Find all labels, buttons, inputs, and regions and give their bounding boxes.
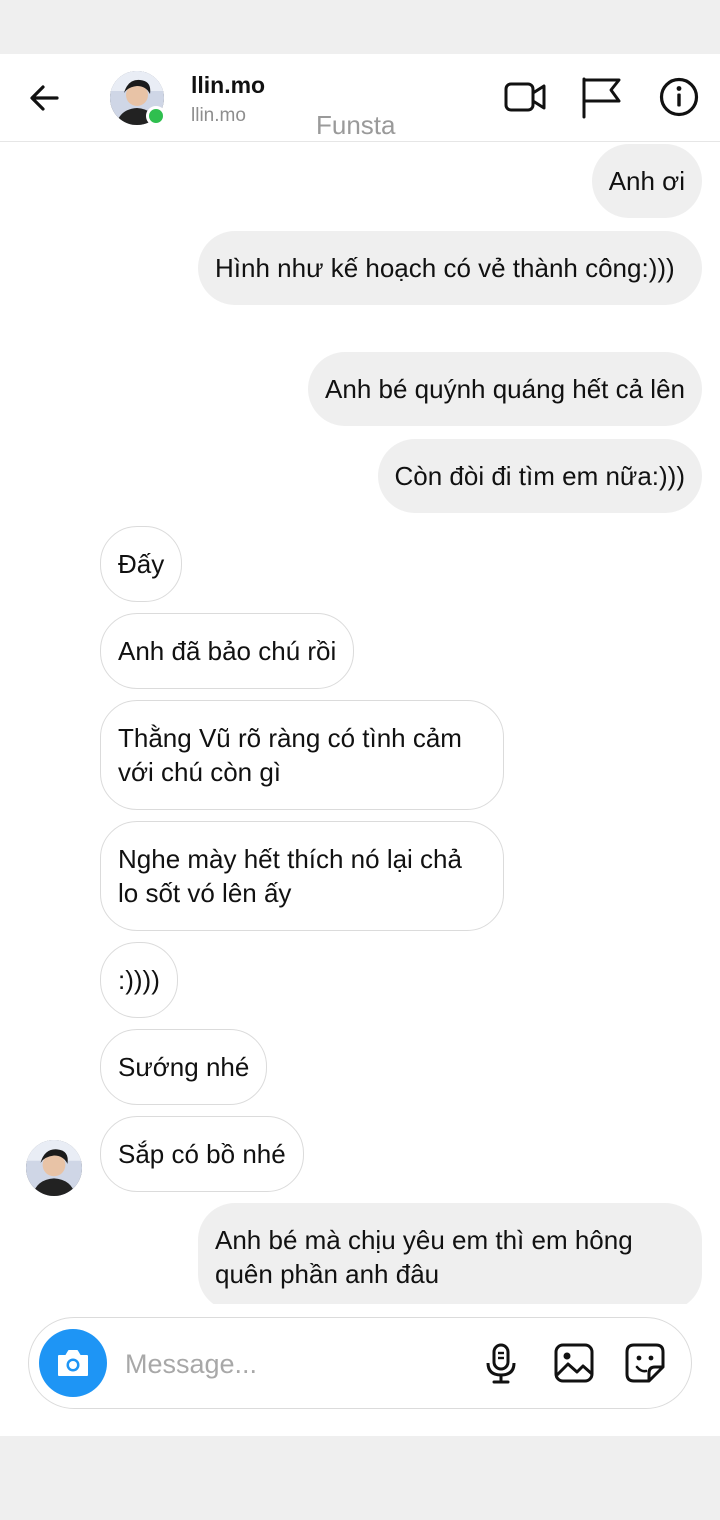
online-status-dot [146, 106, 166, 126]
sticker-button[interactable] [623, 1341, 667, 1385]
camera-button[interactable] [39, 1329, 107, 1397]
info-icon [659, 77, 699, 117]
sent-message[interactable]: Anh bé mà chịu yêu em thì em hông quên p… [198, 1203, 702, 1311]
watermark-text: Funsta [316, 110, 396, 140]
chat-screen: llin.mo llin.mo Funsta Anh ơi Hình như k… [0, 54, 720, 1436]
chat-header: llin.mo llin.mo Funsta [0, 54, 720, 142]
video-call-button[interactable] [502, 74, 548, 120]
contact-username: llin.mo [191, 105, 246, 126]
sent-message[interactable]: Anh ơi [591, 144, 702, 218]
received-message[interactable]: Sướng nhé [100, 1029, 268, 1105]
status-bar-area [0, 0, 720, 54]
contact-name[interactable]: llin.mo [191, 72, 265, 99]
sent-message[interactable]: Còn đòi đi tìm em nữa:))) [377, 439, 702, 513]
gallery-button[interactable] [552, 1341, 596, 1385]
camera-icon [58, 1350, 88, 1376]
sender-avatar[interactable] [26, 1140, 82, 1196]
sticker-icon [625, 1343, 665, 1383]
message-composer [28, 1317, 692, 1409]
back-arrow-icon [30, 85, 59, 111]
profile-avatar[interactable] [110, 71, 166, 126]
video-camera-icon [504, 82, 546, 112]
navigation-bar-area [0, 1436, 720, 1520]
received-message[interactable]: Sắp có bồ nhé [100, 1116, 304, 1192]
report-button[interactable] [578, 74, 624, 120]
sent-message[interactable]: Hình như kế hoạch có vẻ thành công:))) [198, 231, 702, 305]
sent-message[interactable]: Anh bé quýnh quáng hết cả lên [308, 352, 702, 426]
flag-icon [582, 77, 621, 119]
microphone-icon [486, 1343, 516, 1384]
avatar-photo [26, 1140, 82, 1196]
received-message[interactable]: Đấy [100, 526, 183, 602]
back-button[interactable] [22, 76, 66, 120]
received-message[interactable]: Thằng Vũ rõ ràng có tình cảm với chú còn… [100, 700, 504, 810]
gallery-icon [554, 1343, 594, 1383]
received-message[interactable]: :)))) [100, 942, 178, 1018]
message-input[interactable] [125, 1342, 455, 1386]
voice-message-button[interactable] [479, 1341, 523, 1385]
info-button[interactable] [656, 74, 702, 120]
received-message[interactable]: Anh đã bảo chú rồi [100, 613, 355, 689]
received-message[interactable]: Nghe mày hết thích nó lại chả lo sốt vó … [100, 821, 504, 931]
